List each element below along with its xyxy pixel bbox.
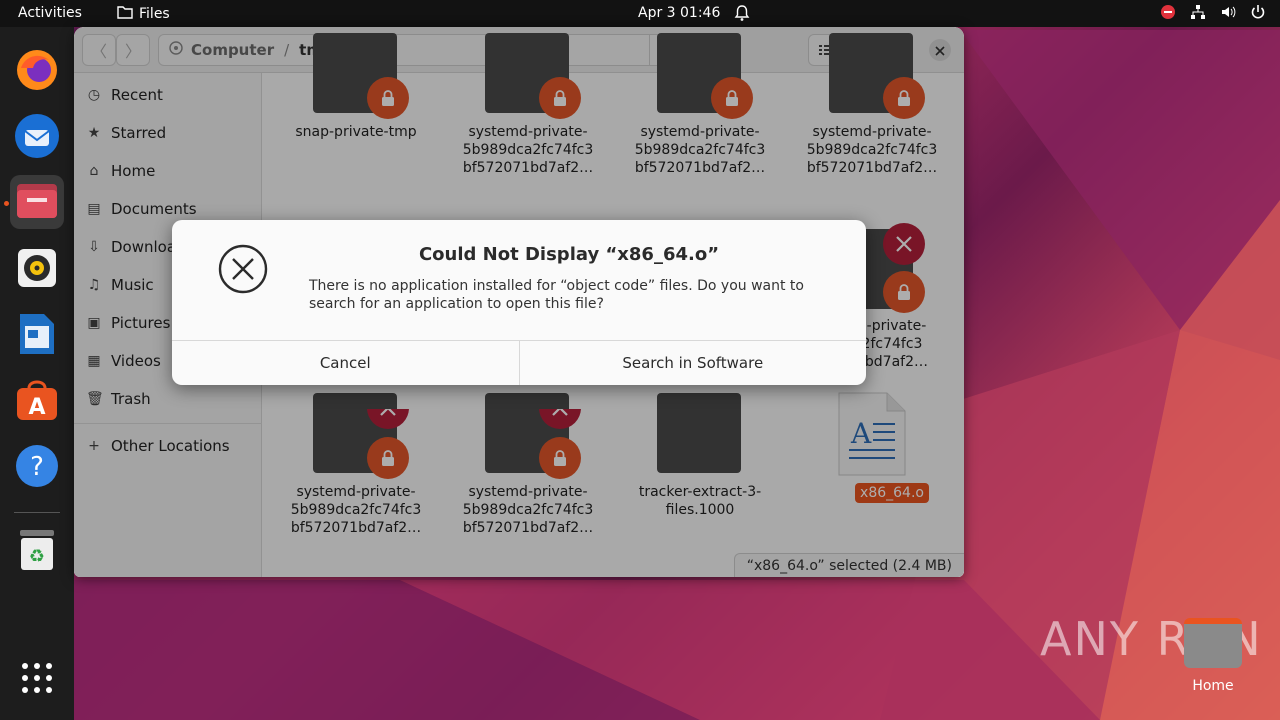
writer-document-icon — [18, 312, 56, 360]
thunderbird-icon — [13, 112, 61, 164]
recycle-bin-icon: ♻ — [18, 528, 56, 576]
dialog-message: There is no application installed for “o… — [309, 278, 804, 312]
rhythmbox-launcher[interactable] — [10, 243, 64, 297]
desktop-home-label: Home — [1192, 678, 1234, 694]
dock: A ? ♻ — [0, 27, 74, 720]
help-icon: ? — [15, 444, 59, 492]
app-name: Files — [139, 6, 170, 22]
svg-text:A: A — [28, 395, 45, 420]
firefox-icon — [15, 48, 59, 96]
volume-icon — [1220, 4, 1236, 24]
home-folder-icon — [1184, 618, 1242, 668]
network-icon — [1190, 4, 1206, 24]
error-dialog: Could Not Display “x86_64.o” There is no… — [172, 220, 866, 385]
power-icon — [1250, 4, 1266, 24]
desktop-home-shortcut[interactable]: Home — [1182, 618, 1244, 694]
file-manager-icon — [15, 180, 59, 224]
libreoffice-writer-launcher[interactable] — [10, 309, 64, 363]
trash-launcher[interactable]: ♻ — [10, 525, 64, 579]
search-in-software-button[interactable]: Search in Software — [518, 341, 867, 385]
software-store-icon: A — [15, 378, 59, 426]
app-grid-icon — [20, 661, 54, 699]
dialog-button-row: Cancel Search in Software — [172, 340, 866, 385]
dock-separator — [14, 512, 60, 513]
top-bar: Activities Files Apr 3 01:46 — [0, 0, 1280, 27]
app-center-launcher[interactable]: A — [10, 375, 64, 429]
show-apps-button[interactable] — [10, 653, 64, 707]
folder-icon — [117, 5, 133, 23]
speaker-icon — [17, 248, 57, 292]
svg-text:?: ? — [30, 452, 44, 482]
svg-text:♻: ♻ — [29, 546, 45, 567]
active-app-indicator — [4, 201, 9, 206]
thunderbird-launcher[interactable] — [10, 111, 64, 165]
help-launcher[interactable]: ? — [10, 441, 64, 495]
cancel-button[interactable]: Cancel — [172, 341, 519, 385]
activities-button[interactable]: Activities — [18, 5, 82, 21]
notification-bell-icon[interactable] — [734, 4, 750, 26]
system-tray[interactable] — [1160, 4, 1266, 24]
clock[interactable]: Apr 3 01:46 — [638, 5, 720, 21]
app-menu-files[interactable]: Files — [117, 5, 170, 23]
dialog-title: Could Not Display “x86_64.o” — [418, 244, 720, 265]
files-launcher[interactable] — [10, 175, 64, 229]
do-not-disturb-icon — [1160, 4, 1176, 24]
firefox-launcher[interactable] — [10, 45, 64, 99]
